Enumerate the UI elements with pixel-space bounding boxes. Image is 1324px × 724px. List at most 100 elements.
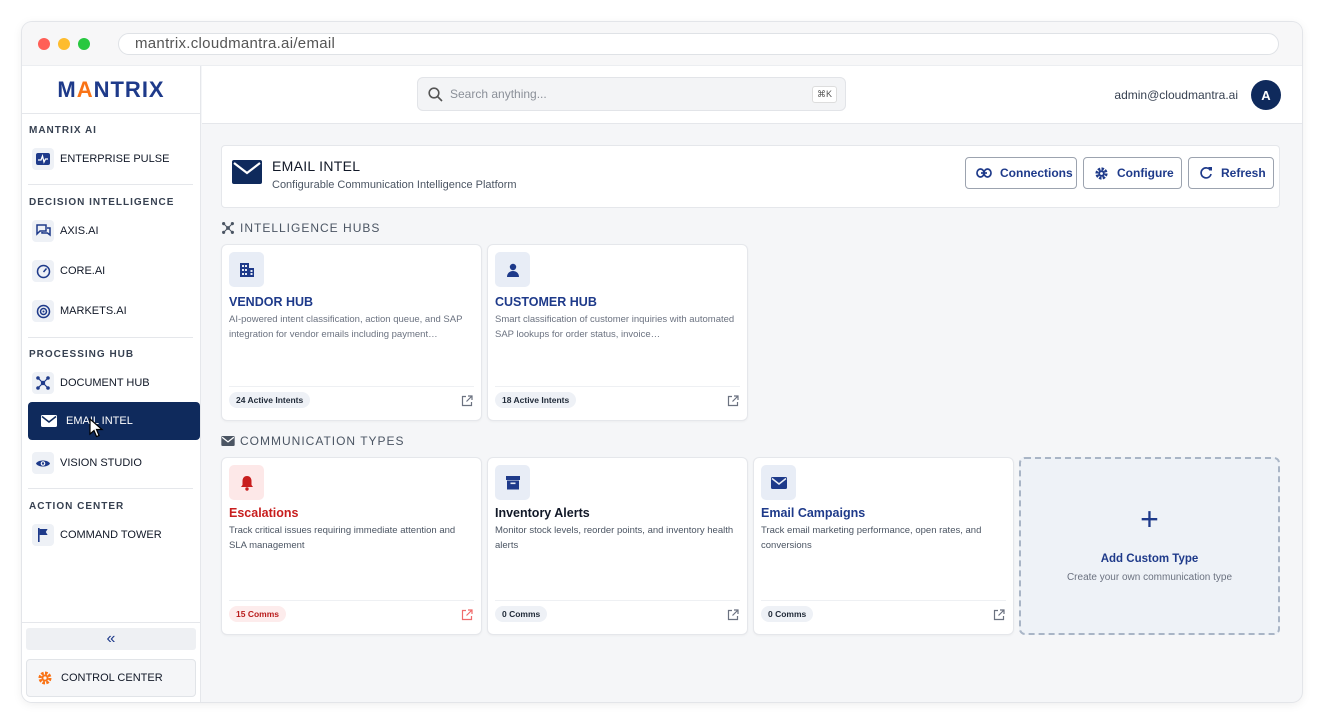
page-title: EMAIL INTEL bbox=[272, 158, 361, 174]
sidebar-item-vision-studio[interactable]: VISION STUDIO bbox=[28, 445, 200, 481]
sidebar-item-enterprise-pulse[interactable]: ENTERPRISE PULSE bbox=[28, 141, 200, 177]
bell-icon bbox=[229, 465, 264, 500]
mantrix-logo[interactable]: M A NTRIX bbox=[22, 66, 200, 114]
target-icon bbox=[32, 300, 54, 322]
search-shortcut-badge: ⌘K bbox=[811, 86, 837, 103]
section-title-action-center: ACTION CENTER bbox=[29, 501, 125, 512]
comms-count-badge: 0 Comms bbox=[495, 606, 548, 622]
card-title: Email Campaigns bbox=[761, 506, 866, 520]
mail-icon bbox=[761, 465, 796, 500]
card-footer-divider bbox=[495, 600, 740, 601]
card-description: Smart classification of customer inquiri… bbox=[495, 314, 735, 340]
card-footer-divider bbox=[229, 600, 474, 601]
double-chevron-left-icon: « bbox=[106, 630, 116, 647]
refresh-label: Refresh bbox=[1221, 166, 1266, 180]
minimize-window-icon[interactable] bbox=[58, 37, 70, 50]
address-bar[interactable]: mantrix.cloudmantra.ai/email bbox=[118, 33, 1279, 55]
hub-icon bbox=[221, 221, 235, 235]
section-communication-types: COMMUNICATION TYPES bbox=[221, 434, 405, 448]
card-footer-divider bbox=[761, 600, 1006, 601]
sidebar-item-core-ai[interactable]: CORE.AI bbox=[28, 253, 200, 289]
avatar[interactable]: A bbox=[1251, 80, 1281, 110]
pulse-icon bbox=[32, 148, 54, 170]
card-footer-divider bbox=[495, 386, 740, 387]
external-link-icon[interactable] bbox=[727, 608, 739, 626]
vendor-hub-card[interactable]: VENDOR HUB AI-powered intent classificat… bbox=[221, 244, 482, 421]
close-window-icon[interactable] bbox=[38, 37, 50, 50]
gauge-icon bbox=[32, 260, 54, 282]
section-intelligence-hubs: INTELLIGENCE HUBS bbox=[221, 221, 380, 235]
logo-text-accent: A bbox=[76, 76, 94, 102]
card-description: Track critical issues requiring immediat… bbox=[229, 525, 456, 551]
collapse-sidebar-button[interactable]: « bbox=[26, 628, 196, 650]
mail-icon bbox=[221, 436, 235, 446]
search-placeholder: Search anything... bbox=[450, 87, 547, 101]
logo-text-left: M bbox=[57, 76, 77, 102]
mail-icon bbox=[232, 160, 262, 189]
sidebar-item-label: ENTERPRISE PULSE bbox=[60, 153, 170, 165]
external-link-icon[interactable] bbox=[461, 394, 473, 412]
configure-button[interactable]: Configure bbox=[1083, 157, 1182, 189]
hub-icon bbox=[32, 372, 54, 394]
sidebar-item-label: VISION STUDIO bbox=[60, 457, 142, 469]
external-link-icon[interactable] bbox=[727, 394, 739, 412]
sidebar-item-document-hub[interactable]: DOCUMENT HUB bbox=[28, 365, 200, 401]
connections-button[interactable]: Connections bbox=[965, 157, 1077, 189]
customer-hub-card[interactable]: CUSTOMER HUB Smart classification of cus… bbox=[487, 244, 748, 421]
eye-icon bbox=[32, 452, 54, 474]
mouse-cursor-icon bbox=[88, 417, 104, 445]
sidebar-divider bbox=[28, 337, 193, 338]
section-title: COMMUNICATION TYPES bbox=[240, 434, 405, 448]
section-title-decision-intelligence: DECISION INTELLIGENCE bbox=[29, 197, 175, 208]
browser-chrome: mantrix.cloudmantra.ai/email bbox=[22, 22, 1302, 66]
page-subtitle: Configurable Communication Intelligence … bbox=[272, 179, 517, 191]
active-intents-badge: 18 Active Intents bbox=[495, 392, 577, 408]
add-custom-type-description: Create your own communication type bbox=[1066, 572, 1233, 583]
control-center-button[interactable]: CONTROL CENTER bbox=[26, 659, 196, 697]
browser-window: mantrix.cloudmantra.ai/email M A NTRIX MAN… bbox=[22, 22, 1302, 702]
configure-label: Configure bbox=[1117, 166, 1174, 180]
control-center-label: CONTROL CENTER bbox=[61, 672, 163, 684]
flag-icon bbox=[32, 524, 54, 546]
comms-count-badge: 15 Comms bbox=[229, 606, 286, 622]
card-title: CUSTOMER HUB bbox=[495, 295, 597, 309]
sidebar-item-email-intel[interactable]: EMAIL INTEL bbox=[28, 402, 200, 440]
connections-label: Connections bbox=[1000, 166, 1073, 180]
search-icon bbox=[428, 86, 443, 102]
search-input[interactable]: Search anything... ⌘K bbox=[417, 77, 846, 111]
building-icon bbox=[229, 252, 264, 287]
gear-icon bbox=[1094, 166, 1109, 181]
sidebar-item-label: COMMAND TOWER bbox=[60, 529, 162, 541]
sidebar-item-label: DOCUMENT HUB bbox=[60, 377, 150, 389]
sidebar-divider bbox=[28, 488, 193, 489]
person-icon bbox=[495, 252, 530, 287]
external-link-icon[interactable] bbox=[461, 608, 473, 626]
inventory-alerts-card[interactable]: Inventory Alerts Monitor stock levels, r… bbox=[487, 457, 748, 635]
sidebar-item-markets-ai[interactable]: MARKETS.AI bbox=[28, 293, 200, 329]
gear-icon bbox=[37, 670, 53, 686]
section-title: INTELLIGENCE HUBS bbox=[240, 221, 381, 235]
card-title: Escalations bbox=[229, 506, 299, 520]
refresh-button[interactable]: Refresh bbox=[1188, 157, 1274, 189]
sidebar: M A NTRIX MANTRIX AI ENTERPRISE PULSE DECI… bbox=[22, 66, 201, 702]
link-icon bbox=[976, 168, 992, 178]
active-intents-badge: 24 Active Intents bbox=[229, 392, 311, 408]
external-link-icon[interactable] bbox=[993, 608, 1005, 626]
page-header-card: EMAIL INTEL Configurable Communication I… bbox=[221, 145, 1280, 208]
add-custom-type-card[interactable]: + Add Custom Type Create your own commun… bbox=[1019, 457, 1280, 635]
escalations-card[interactable]: Escalations Track critical issues requir… bbox=[221, 457, 482, 635]
section-title-mantrix-ai: MANTRIX AI bbox=[29, 125, 97, 136]
sidebar-item-axis-ai[interactable]: AXIS.AI bbox=[28, 213, 200, 249]
sidebar-footer-divider bbox=[22, 622, 201, 623]
sidebar-item-command-tower[interactable]: COMMAND TOWER bbox=[28, 517, 200, 553]
mail-icon bbox=[38, 410, 60, 432]
logo-text-right: NTRIX bbox=[93, 76, 165, 102]
refresh-icon bbox=[1199, 166, 1213, 180]
card-description: Track email marketing performance, open … bbox=[761, 525, 982, 551]
sidebar-item-label: MARKETS.AI bbox=[60, 305, 127, 317]
sidebar-item-label: CORE.AI bbox=[60, 265, 106, 277]
sidebar-item-label: AXIS.AI bbox=[60, 225, 99, 237]
card-description: Monitor stock levels, reorder points, an… bbox=[495, 525, 734, 551]
email-campaigns-card[interactable]: Email Campaigns Track email marketing pe… bbox=[753, 457, 1014, 635]
maximize-window-icon[interactable] bbox=[78, 37, 90, 50]
